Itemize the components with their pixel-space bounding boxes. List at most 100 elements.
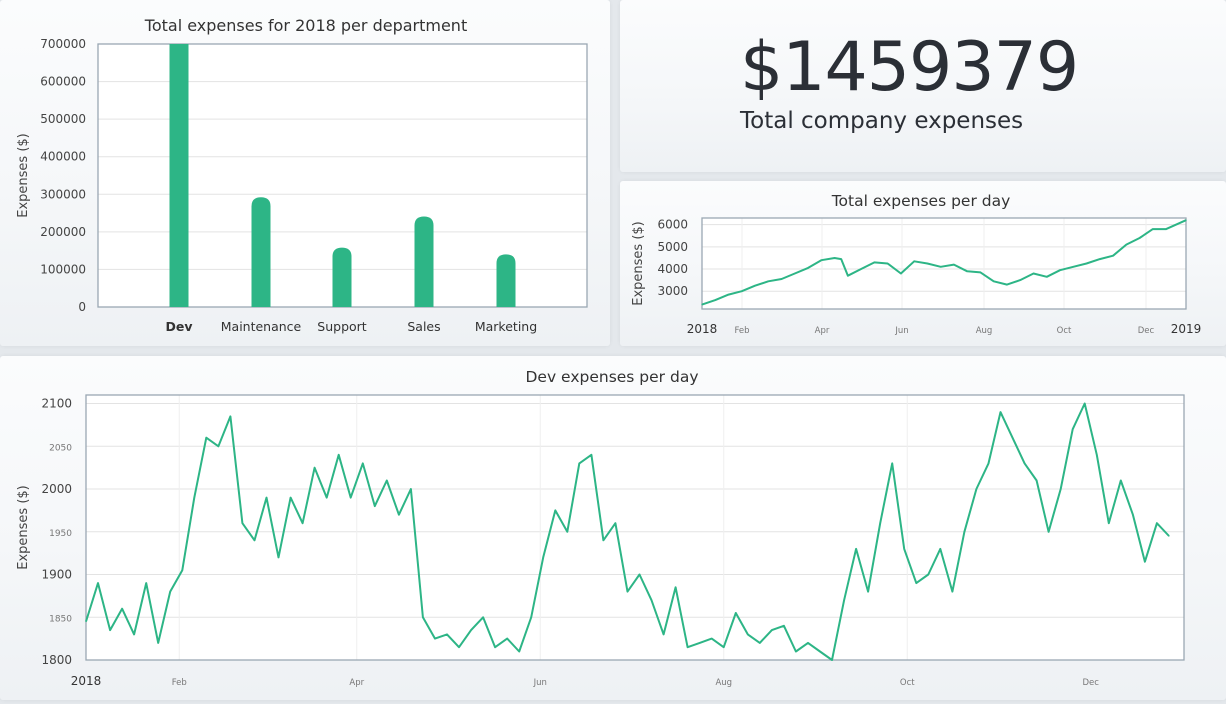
y-tick-label: 6000 [657, 218, 688, 232]
chart-title: Dev expenses per day [525, 368, 698, 386]
data-point [834, 257, 836, 259]
y-axis-label: Expenses ($) [16, 485, 31, 570]
y-tick-label: 300000 [40, 187, 86, 201]
data-point [494, 646, 496, 648]
y-tick-label: 4000 [657, 262, 688, 276]
plot-area [702, 218, 1186, 309]
data-point [301, 522, 304, 524]
chart-title: Total expenses per day [831, 192, 1011, 210]
x-tick-label: Apr [815, 326, 830, 336]
x-tick-label: Aug [715, 678, 732, 688]
data-point [1011, 437, 1014, 439]
data-point [723, 646, 725, 648]
data-point [831, 659, 833, 661]
data-point [1085, 262, 1088, 265]
data-point [687, 646, 689, 648]
data-point [602, 539, 605, 541]
data-point [1032, 272, 1035, 275]
x-tick-label: Marketing [475, 319, 537, 334]
y-axis-label: Expenses ($) [631, 221, 646, 306]
data-point [819, 650, 821, 653]
bar [169, 44, 189, 307]
x-tick-label: Jun [894, 326, 908, 336]
data-point [1112, 255, 1114, 257]
data-point [966, 270, 968, 272]
data-point [735, 612, 737, 614]
y-tick-label: 1950 [49, 529, 72, 539]
data-point [193, 496, 195, 499]
data-point [754, 285, 756, 287]
y-tick-label: 700000 [40, 37, 86, 51]
data-point [289, 496, 292, 499]
data-point [157, 642, 159, 644]
data-point [900, 272, 902, 275]
data-point [650, 599, 653, 601]
data-point [181, 569, 183, 571]
data-point [987, 462, 990, 464]
data-point [975, 488, 978, 490]
data-point [795, 650, 797, 653]
dev-chart-panel: Dev expenses per day 1800 1850 1900 1950 2000… [0, 356, 1226, 700]
data-point [506, 638, 508, 640]
data-point [314, 467, 316, 469]
data-point [590, 454, 592, 456]
data-point [470, 629, 472, 631]
data-point [638, 573, 641, 576]
data-point [860, 268, 862, 270]
data-point [458, 646, 460, 648]
data-point [518, 650, 520, 653]
data-point [253, 539, 256, 541]
data-point [446, 633, 448, 635]
y-tick-label: 200000 [40, 225, 86, 239]
y-tick-label: 1850 [49, 614, 72, 624]
data-point [891, 462, 893, 464]
data-point [727, 293, 730, 296]
x-tick-label: 2019 [1171, 322, 1202, 336]
x-tick-label: Jun [533, 678, 547, 688]
data-point [783, 625, 785, 627]
data-point [840, 258, 842, 260]
data-point [887, 262, 889, 265]
data-point [771, 629, 773, 631]
dev-line-chart: Dev expenses per day 1800 1850 1900 1950 2000… [16, 368, 1185, 688]
data-point [566, 531, 568, 533]
data-point [879, 522, 881, 524]
data-point [993, 280, 995, 282]
y-tick-label: 2000 [41, 482, 72, 496]
data-point [1046, 276, 1048, 278]
data-point [979, 271, 982, 273]
data-point [374, 505, 376, 507]
data-point [1144, 561, 1146, 563]
x-tick-label: Feb [734, 326, 749, 336]
data-point [422, 616, 424, 618]
x-tick-label: Apr [349, 678, 364, 688]
data-point [940, 266, 942, 268]
data-point [530, 616, 532, 618]
data-point [913, 260, 915, 262]
data-point [1072, 266, 1074, 268]
data-point [1019, 279, 1021, 281]
data-point [265, 496, 268, 499]
y-tick-label: 2100 [41, 397, 72, 411]
data-point [133, 633, 135, 635]
data-point [1132, 514, 1134, 516]
data-point [999, 411, 1002, 413]
bar [332, 247, 352, 307]
data-point [554, 509, 556, 512]
data-point [1138, 237, 1141, 239]
data-point [711, 638, 713, 640]
y-tick-label: 500000 [40, 112, 86, 126]
data-point [867, 591, 869, 593]
kpi-total-label: Total company expenses [740, 108, 1024, 134]
dept-chart-panel: Total expenses for 2018 per department 0 1… [0, 0, 610, 346]
y-tick-label: 1900 [41, 568, 72, 582]
data-point [434, 638, 436, 640]
data-point [1168, 535, 1170, 537]
x-tick-label: Dev [165, 319, 192, 334]
data-point [338, 454, 340, 456]
data-point [1096, 454, 1098, 456]
data-point [767, 280, 769, 282]
y-axis-label: Expenses ($) [16, 133, 31, 218]
data-point [807, 642, 809, 644]
data-point [205, 437, 207, 439]
